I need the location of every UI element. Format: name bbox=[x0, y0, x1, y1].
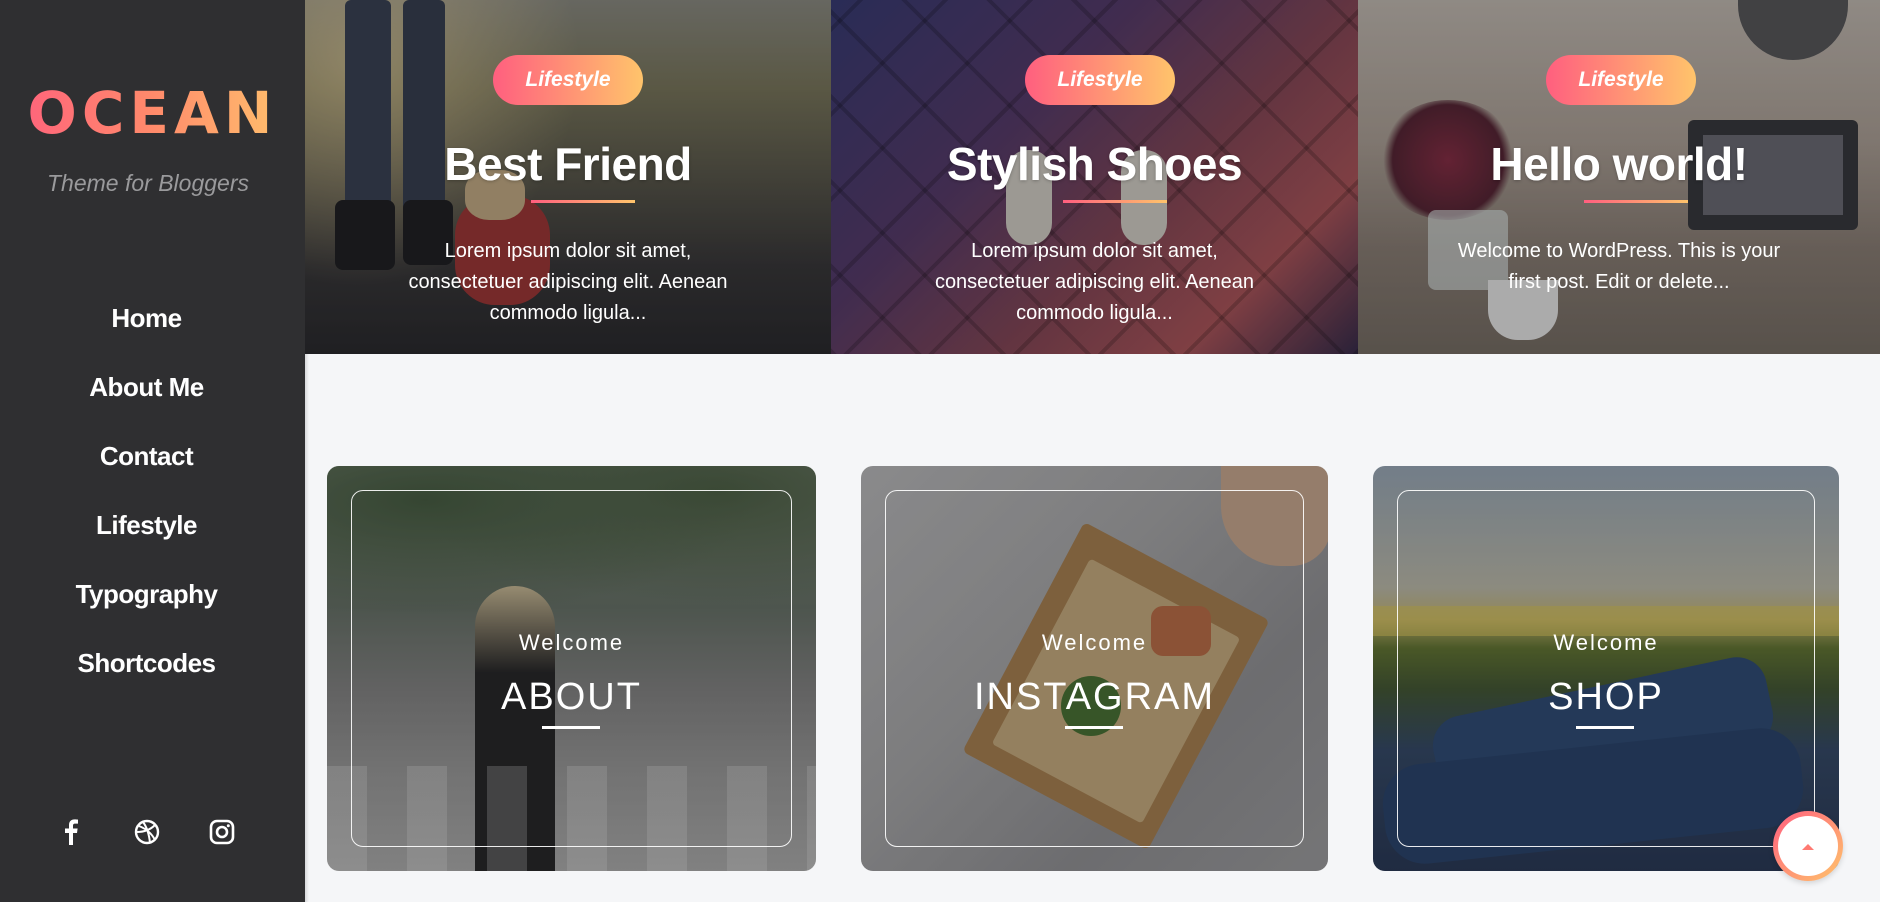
promo-underline bbox=[1065, 726, 1123, 729]
title-underline bbox=[1584, 200, 1688, 203]
nav-item-about-me[interactable]: About Me bbox=[0, 359, 293, 428]
promo-box-instagram[interactable] bbox=[861, 466, 1328, 871]
excerpt-line: commodo ligula... bbox=[1016, 302, 1173, 324]
excerpt-line: consectetuer adipiscing elit. Aenean bbox=[408, 271, 728, 293]
nav-item-shortcodes[interactable]: Shortcodes bbox=[0, 635, 293, 704]
site-logo[interactable]: OCEAN bbox=[0, 78, 305, 148]
slide-title[interactable]: Best Friend bbox=[305, 137, 831, 191]
promo-frame bbox=[351, 490, 792, 847]
excerpt-line: Lorem ipsum dolor sit amet, bbox=[444, 240, 692, 262]
back-to-top-button[interactable] bbox=[1773, 811, 1843, 881]
arrow-up-icon bbox=[1778, 816, 1838, 876]
slide-best-friend[interactable]: Lifestyle Best Friend Lorem ipsum dolor … bbox=[305, 0, 831, 354]
slide-excerpt: Lorem ipsum dolor sit amet, consectetuer… bbox=[831, 236, 1358, 329]
excerpt-line: first post. Edit or delete... bbox=[1508, 271, 1730, 293]
promo-frame bbox=[1397, 490, 1815, 847]
title-underline bbox=[1063, 200, 1167, 203]
site-tagline: Theme for Bloggers bbox=[47, 170, 249, 196]
facebook-icon[interactable] bbox=[55, 816, 87, 848]
main-nav: Home About Me Contact Lifestyle Typograp… bbox=[0, 290, 293, 704]
promo-underline bbox=[542, 726, 600, 729]
slide-title[interactable]: Hello world! bbox=[1358, 137, 1880, 191]
slide-title[interactable]: Stylish Shoes bbox=[831, 137, 1358, 191]
title-underline bbox=[531, 200, 635, 203]
slide-category-badge[interactable]: Lifestyle bbox=[1025, 55, 1175, 105]
nav-item-typography[interactable]: Typography bbox=[0, 566, 293, 635]
social-links bbox=[0, 816, 293, 848]
nav-item-contact[interactable]: Contact bbox=[0, 428, 293, 497]
promo-title[interactable]: ABOUT bbox=[327, 676, 816, 719]
nav-item-home[interactable]: Home bbox=[0, 290, 293, 359]
promo-underline bbox=[1576, 726, 1634, 729]
promo-title[interactable]: SHOP bbox=[1373, 676, 1839, 719]
slide-category-badge[interactable]: Lifestyle bbox=[493, 55, 643, 105]
instagram-icon[interactable] bbox=[206, 816, 238, 848]
promo-subtitle: Welcome bbox=[518, 630, 625, 655]
slide-stylish-shoes[interactable]: Lifestyle Stylish Shoes Lorem ipsum dolo… bbox=[831, 0, 1358, 354]
promo-title[interactable]: INSTAGRAM bbox=[861, 676, 1328, 719]
promo-subtitle: Welcome bbox=[1041, 630, 1148, 655]
promo-frame bbox=[885, 490, 1304, 847]
slide-hello-world[interactable]: Lifestyle Hello world! Welcome to WordPr… bbox=[1358, 0, 1880, 354]
excerpt-line: consectetuer adipiscing elit. Aenean bbox=[934, 271, 1255, 293]
slide-excerpt: Welcome to WordPress. This is your first… bbox=[1358, 236, 1880, 298]
dribbble-icon[interactable] bbox=[131, 816, 163, 848]
promo-box-about[interactable] bbox=[327, 466, 816, 871]
excerpt-line: Lorem ipsum dolor sit amet, bbox=[971, 240, 1218, 262]
featured-slider: Lifestyle Best Friend Lorem ipsum dolor … bbox=[305, 0, 1880, 354]
sidebar: OCEAN Theme for Bloggers Home About Me C… bbox=[0, 0, 309, 902]
slide-excerpt: Lorem ipsum dolor sit amet, consectetuer… bbox=[305, 236, 831, 329]
promo-box-shop[interactable] bbox=[1373, 466, 1839, 871]
excerpt-line: commodo ligula... bbox=[489, 302, 647, 324]
slide-category-badge[interactable]: Lifestyle bbox=[1546, 55, 1696, 105]
excerpt-line: Welcome to WordPress. This is your bbox=[1457, 240, 1781, 262]
nav-item-lifestyle[interactable]: Lifestyle bbox=[0, 497, 293, 566]
promo-subtitle: Welcome bbox=[1553, 630, 1659, 655]
